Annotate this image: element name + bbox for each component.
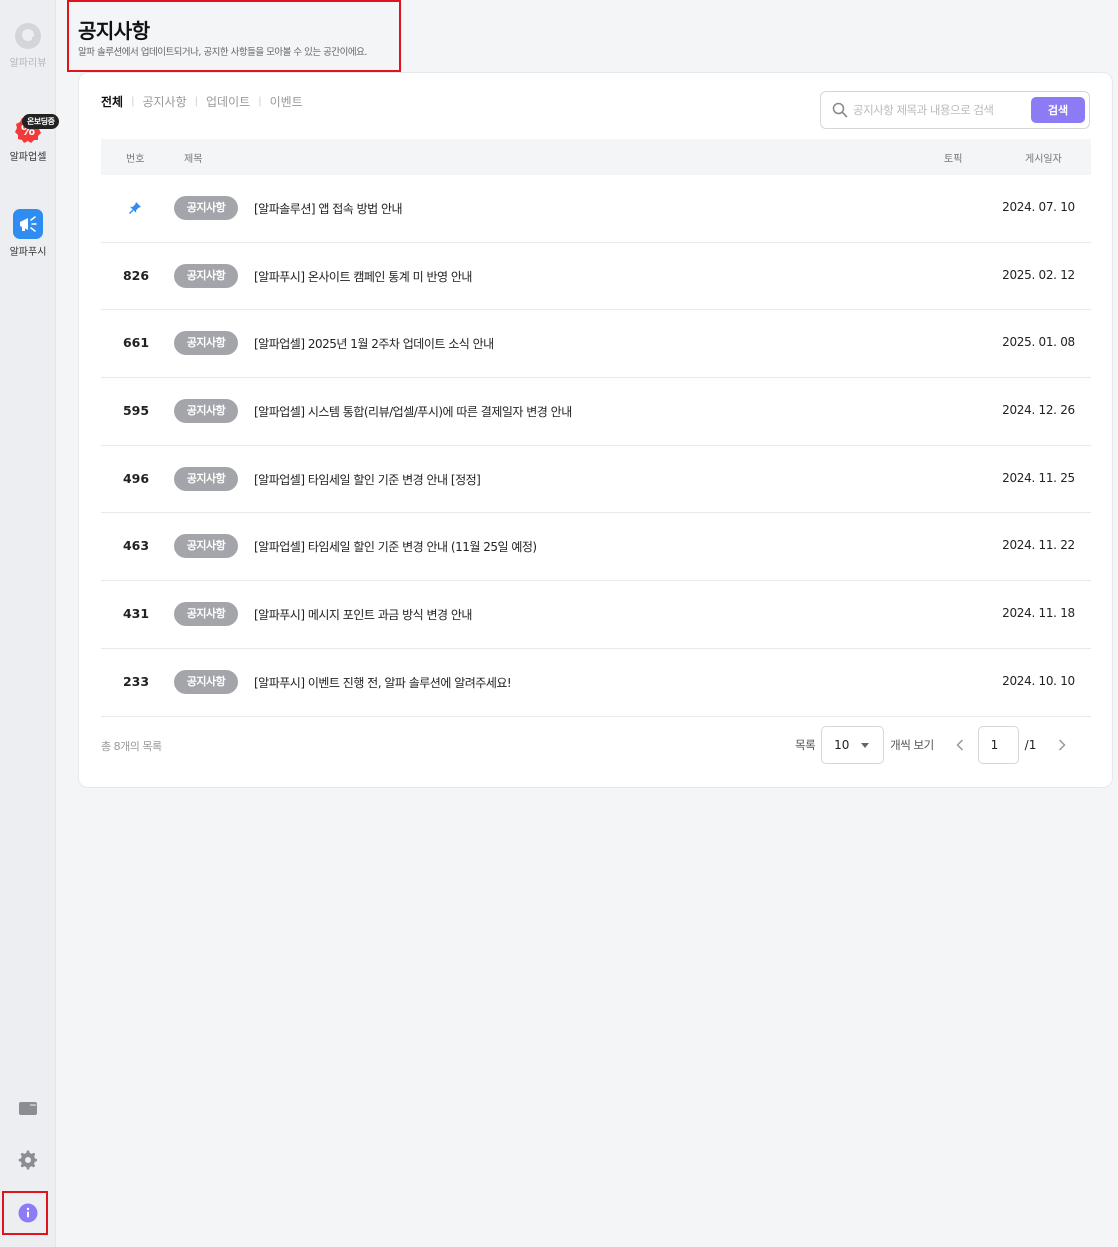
gear-icon <box>18 1150 37 1170</box>
topic-tabs: 전체 | 공지사항 | 업데이트 | 이벤트 <box>101 93 303 110</box>
table-row[interactable]: 431 공지사항 [알파푸시] 메시지 포인트 과금 방식 변경 안내 2024… <box>101 581 1091 649</box>
table-row[interactable]: 공지사항 [알파솔루션] 앱 접속 방법 안내 2024. 07. 10 <box>101 175 1091 243</box>
notice-number: 233 <box>122 673 150 689</box>
notice-card: 전체 | 공지사항 | 업데이트 | 이벤트 검색 번호 제목 토픽 게시일자 … <box>78 72 1113 788</box>
notice-title-link[interactable]: [알파솔루션] 앱 접속 방법 안내 <box>254 200 403 217</box>
tab-update[interactable]: 업데이트 <box>206 93 250 110</box>
header-title: 제목 <box>184 154 203 165</box>
table-row[interactable]: 826 공지사항 [알파푸시] 온사이트 캠페인 통계 미 반영 안내 2025… <box>101 243 1091 311</box>
table-row[interactable]: 463 공지사항 [알파업셀] 타임세일 할인 기준 변경 안내 (11월 25… <box>101 513 1091 582</box>
notice-number: 661 <box>122 335 150 351</box>
search-box: 검색 <box>820 91 1090 129</box>
table-row[interactable]: 496 공지사항 [알파업셀] 타임세일 할인 기준 변경 안내 [정정] 20… <box>101 446 1091 514</box>
sidebar-info-button[interactable] <box>0 1203 56 1227</box>
post-date: 2025. 01. 08 <box>1002 335 1075 350</box>
sidebar-chat-button[interactable] <box>0 1100 56 1122</box>
total-pages: /1 <box>1024 738 1037 752</box>
sidebar-item-label: 알파리뷰 <box>9 58 47 69</box>
post-date: 2024. 12. 26 <box>1002 403 1075 418</box>
topic-badge: 공지사항 <box>174 466 238 491</box>
post-date: 2024. 10. 10 <box>1002 673 1075 688</box>
notice-number: 496 <box>122 470 150 486</box>
header-date: 게시일자 <box>1025 154 1062 165</box>
topic-badge: 공지사항 <box>174 669 238 694</box>
per-page-label: 목록 <box>795 738 816 752</box>
notice-number: 431 <box>122 606 150 622</box>
notice-title-link[interactable]: [알파푸시] 메시지 포인트 과금 방식 변경 안내 <box>254 606 472 623</box>
page-subtitle: 알파 솔루션에서 업데이트되거나, 공지한 사항들을 모아볼 수 있는 공간이에… <box>78 47 367 58</box>
info-icon <box>18 1203 38 1223</box>
page-number-input[interactable] <box>977 726 1019 764</box>
topic-badge: 공지사항 <box>174 331 238 356</box>
post-date: 2024. 11. 18 <box>1002 606 1075 621</box>
onboarding-badge: 온보딩중 <box>22 114 60 129</box>
notice-title-link[interactable]: [알파업셀] 타임세일 할인 기준 변경 안내 [정정] <box>254 471 481 488</box>
per-page-suffix: 개씩 보기 <box>890 738 934 752</box>
pin-icon <box>129 202 141 214</box>
table-row[interactable]: 661 공지사항 [알파업셀] 2025년 1월 2주차 업데이트 소식 안내 … <box>101 310 1091 379</box>
chevron-left-icon[interactable] <box>956 739 964 751</box>
topic-badge: 공지사항 <box>174 399 238 424</box>
total-count: 총 8개의 목록 <box>101 740 162 753</box>
page-title: 공지사항 <box>78 19 150 43</box>
alpha-review-icon <box>15 23 41 49</box>
chat-icon <box>19 1102 37 1115</box>
table-header: 번호 제목 토픽 게시일자 <box>101 139 1091 175</box>
post-date: 2024. 11. 22 <box>1002 538 1075 553</box>
notice-number: 826 <box>122 267 150 283</box>
table-row[interactable]: 595 공지사항 [알파업셀] 시스템 통합(리뷰/업셀/푸시)에 따른 결제일… <box>101 378 1091 446</box>
notice-title-link[interactable]: [알파업셀] 타임세일 할인 기준 변경 안내 (11월 25일 예정) <box>254 538 537 555</box>
per-page-select[interactable]: 10 <box>821 726 885 764</box>
search-icon <box>832 102 848 118</box>
tab-notice[interactable]: 공지사항 <box>142 93 186 110</box>
tab-event[interactable]: 이벤트 <box>270 93 303 110</box>
table-row[interactable]: 233 공지사항 [알파푸시] 이벤트 진행 전, 알파 솔루션에 알려주세요!… <box>101 649 1091 717</box>
search-button[interactable]: 검색 <box>1031 97 1085 123</box>
topic-badge: 공지사항 <box>174 534 238 559</box>
sidebar-item-label: 알파푸시 <box>9 247 47 258</box>
tab-all[interactable]: 전체 <box>101 93 123 110</box>
notice-title-link[interactable]: [알파푸시] 이벤트 진행 전, 알파 솔루션에 알려주세요! <box>254 674 512 691</box>
sidebar-item-alpha-review[interactable]: 알파리뷰 <box>0 22 56 69</box>
sidebar-settings-button[interactable] <box>0 1150 56 1174</box>
post-date: 2025. 02. 12 <box>1002 267 1075 282</box>
sidebar-item-alpha-upsell[interactable]: 온보딩중 % 알파업셀 <box>0 114 60 163</box>
sidebar-item-label: 알파업셀 <box>9 152 47 163</box>
notice-title-link[interactable]: [알파푸시] 온사이트 캠페인 통계 미 반영 안내 <box>254 268 472 285</box>
search-input[interactable] <box>853 98 1028 122</box>
notice-title-link[interactable]: [알파업셀] 2025년 1월 2주차 업데이트 소식 안내 <box>254 335 494 352</box>
alpha-push-icon <box>13 209 43 239</box>
header-number: 번호 <box>126 154 145 165</box>
topic-badge: 공지사항 <box>174 263 238 288</box>
post-date: 2024. 07. 10 <box>1002 200 1075 214</box>
notice-number: 595 <box>122 403 150 419</box>
topic-badge: 공지사항 <box>174 196 238 220</box>
topic-badge: 공지사항 <box>174 602 238 627</box>
pagination: 목록 10 개씩 보기 /1 <box>795 725 1066 765</box>
sidebar-item-alpha-push[interactable]: 알파푸시 <box>0 209 56 258</box>
header-topic: 토픽 <box>944 154 963 165</box>
notice-number: 463 <box>122 538 150 554</box>
notice-list: 공지사항 [알파솔루션] 앱 접속 방법 안내 2024. 07. 10 826… <box>101 175 1091 717</box>
notice-title-link[interactable]: [알파업셀] 시스템 통합(리뷰/업셀/푸시)에 따른 결제일자 변경 안내 <box>254 403 572 420</box>
chevron-right-icon[interactable] <box>1058 739 1066 751</box>
tab-divider: | <box>131 96 135 107</box>
tab-divider: | <box>258 96 262 107</box>
caret-down-icon <box>861 743 870 748</box>
per-page-value: 10 <box>834 738 850 752</box>
sidebar: 알파리뷰 온보딩중 % 알파업셀 알파푸시 <box>0 0 60 1247</box>
post-date: 2024. 11. 25 <box>1002 470 1075 485</box>
tab-divider: | <box>194 96 199 107</box>
